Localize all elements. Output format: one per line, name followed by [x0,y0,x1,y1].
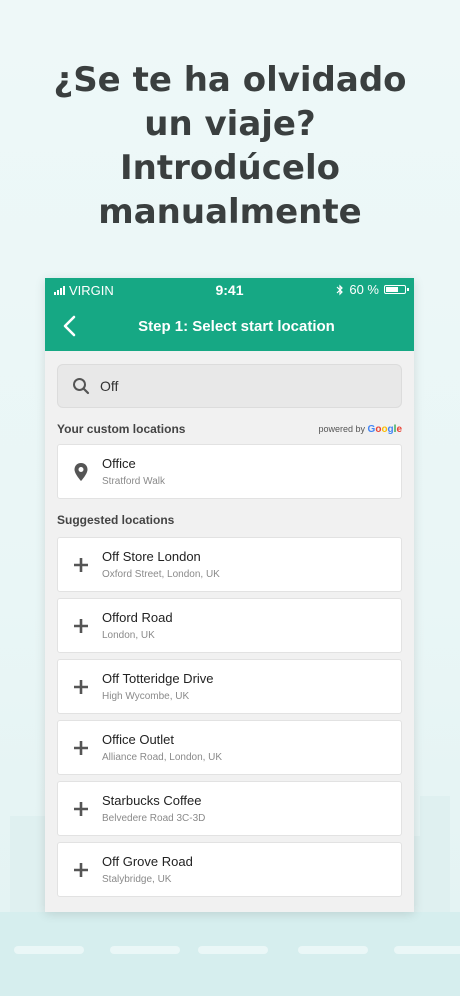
location-address: Oxford Street, London, UK [102,569,220,580]
location-name: Off Totteridge Drive [102,671,214,686]
headline-line: un viaje? [144,104,316,144]
plus-icon [74,741,88,755]
battery-percent: 60 % [349,282,379,297]
suggested-location-item[interactable]: Office Outlet Alliance Road, London, UK [57,720,402,775]
location-name: Off Grove Road [102,854,193,869]
road-dash [198,946,268,954]
custom-locations-header: Your custom locations powered by Google [57,422,402,436]
location-address: High Wycombe, UK [102,691,190,702]
custom-location-item[interactable]: Office Stratford Walk [57,444,402,499]
powered-by-text: powered by [318,423,366,434]
location-name: Offord Road [102,610,173,625]
pin-icon [74,463,88,481]
suggested-locations-title: Suggested locations [57,513,175,527]
search-box[interactable] [57,364,402,408]
location-name: Starbucks Coffee [102,793,202,808]
plus-icon [74,802,88,816]
suggested-location-item[interactable]: Starbucks Coffee Belvedere Road 3C-3D [57,781,402,836]
location-address: Alliance Road, London, UK [102,752,223,763]
powered-by-google: powered by Google [319,424,403,435]
location-address: London, UK [102,630,155,641]
plus-icon [74,680,88,694]
location-address: Belvedere Road 3C-3D [102,813,206,824]
nav-bar: Step 1: Select start location [45,302,414,351]
bluetooth-icon [336,284,344,295]
plus-icon [74,619,88,633]
suggested-location-item[interactable]: Off Grove Road Stalybridge, UK [57,842,402,897]
plus-icon [74,558,88,572]
page-title: Step 1: Select start location [138,318,335,335]
headline-line: ¿Se te ha olvidado [53,60,407,100]
status-bar: VIRGIN 9:41 60 % [45,278,414,302]
location-name: Office Outlet [102,732,175,747]
suggested-location-item[interactable]: Offord Road London, UK [57,598,402,653]
plus-icon [74,863,88,877]
location-address: Stratford Walk [102,476,165,487]
headline-line: manualmente [98,192,362,232]
headline-line: Introdúcelo [119,148,340,188]
custom-locations-title: Your custom locations [57,422,186,436]
search-icon [73,378,90,395]
road-dash [14,946,84,954]
content: Your custom locations powered by Google … [45,351,414,897]
suggested-location-item[interactable]: Off Totteridge Drive High Wycombe, UK [57,659,402,714]
promo-headline: ¿Se te ha olvidado un viaje? Introdúcelo… [0,58,460,234]
google-logo: Google [367,423,402,435]
status-right: 60 % [336,282,409,297]
phone-screen: VIRGIN 9:41 60 % Step 1: Select start lo… [45,278,414,912]
location-name: Off Store London [102,549,201,564]
location-name: Office [102,456,136,471]
road-dash [110,946,180,954]
battery-icon [384,285,409,294]
location-address: Stalybridge, UK [102,874,172,885]
background-road [0,912,460,996]
road-dash [298,946,368,954]
search-input[interactable] [100,378,360,394]
road-dash [394,946,460,954]
suggested-location-item[interactable]: Off Store London Oxford Street, London, … [57,537,402,592]
